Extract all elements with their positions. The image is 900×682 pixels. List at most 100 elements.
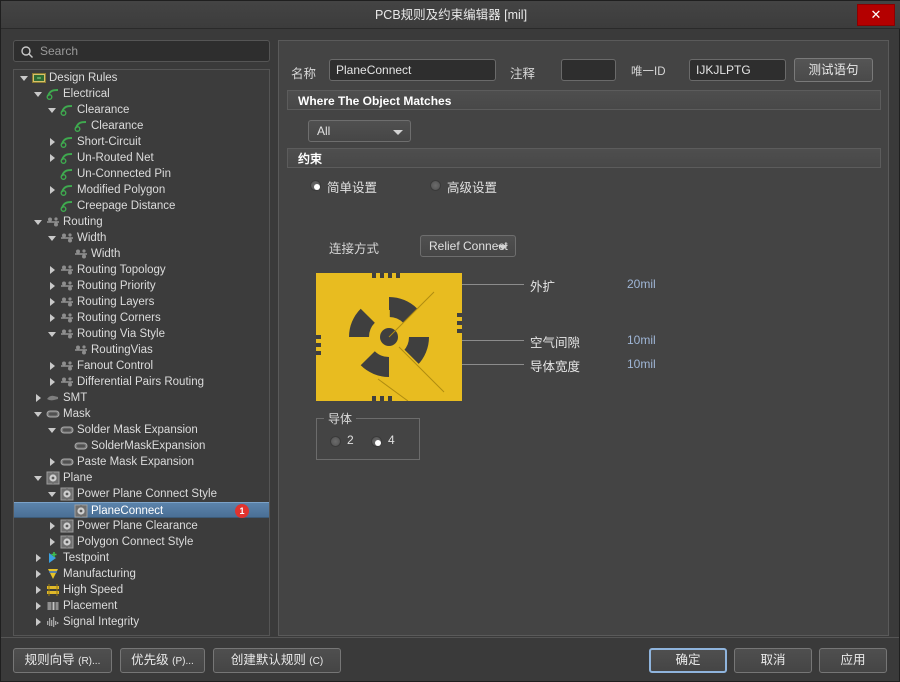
tree-item-clearance[interactable]: Clearance — [14, 118, 269, 134]
tree-item-power-plane-clearance[interactable]: Power Plane Clearance — [14, 518, 269, 534]
tree-item-routing-corners[interactable]: Routing Corners — [14, 310, 269, 326]
tree-item-plane[interactable]: Plane — [14, 470, 269, 486]
tree-item-width[interactable]: Width — [14, 246, 269, 262]
electrical-icon — [60, 103, 74, 117]
close-icon[interactable]: ✕ — [857, 4, 895, 26]
search-icon — [20, 45, 34, 59]
scope-select[interactable]: All — [308, 120, 411, 142]
tree-item-smt[interactable]: SMT — [14, 390, 269, 406]
tree-item-label: Testpoint — [63, 552, 110, 564]
tree-item-label: Fanout Control — [77, 360, 154, 372]
tree-item-label: Routing Topology — [77, 264, 166, 276]
tree-item-routing-topology[interactable]: Routing Topology — [14, 262, 269, 278]
tree-item-differential-pairs-routing[interactable]: Differential Pairs Routing — [14, 374, 269, 390]
chevron-down-icon[interactable] — [48, 102, 57, 118]
tree-item-mask[interactable]: Mask — [14, 406, 269, 422]
routing-icon — [60, 359, 74, 373]
tree-item-high-speed[interactable]: High Speed — [14, 582, 269, 598]
chevron-down-icon[interactable] — [34, 406, 43, 422]
tree-item-electrical[interactable]: Electrical — [14, 86, 269, 102]
tree-item-creepage-distance[interactable]: Creepage Distance — [14, 198, 269, 214]
chevron-down-icon[interactable] — [48, 230, 57, 246]
tree-item-label: Clearance — [77, 104, 130, 116]
tree-item-design-rules[interactable]: = Design Rules — [14, 70, 269, 86]
electrical-icon — [60, 151, 74, 165]
tree-item-soldermaskexpansion[interactable]: SolderMaskExpansion — [14, 438, 269, 454]
tree-item-routing-priority[interactable]: Routing Priority — [14, 278, 269, 294]
tree-item-modified-polygon[interactable]: Modified Polygon — [14, 182, 269, 198]
chevron-right-icon[interactable] — [48, 278, 57, 294]
scope-select-value: All — [317, 124, 331, 138]
tree-item-routing[interactable]: Routing — [14, 214, 269, 230]
search-box[interactable] — [13, 40, 270, 62]
where-object-matches-header: Where The Object Matches — [287, 90, 881, 110]
rule-wizard-button[interactable]: 规则向导 (R)... — [13, 648, 112, 673]
tree-item-placement[interactable]: Placement — [14, 598, 269, 614]
chevron-right-icon[interactable] — [48, 454, 57, 470]
chevron-right-icon[interactable] — [48, 182, 57, 198]
tree-item-paste-mask-expansion[interactable]: Paste Mask Expansion — [14, 454, 269, 470]
cancel-button[interactable]: 取消 — [734, 648, 812, 673]
chevron-down-icon[interactable] — [48, 326, 57, 342]
tree-item-solder-mask-expansion[interactable]: Solder Mask Expansion — [14, 422, 269, 438]
chevron-right-icon[interactable] — [34, 598, 43, 614]
tree-item-short-circuit[interactable]: Short-Circuit — [14, 134, 269, 150]
advanced-setting-radio[interactable] — [430, 180, 441, 191]
chevron-right-icon[interactable] — [34, 390, 43, 406]
design-rules-tree[interactable]: = Design Rules Electrical Clearance Clearanc… — [13, 69, 270, 636]
chevron-down-icon[interactable] — [48, 486, 57, 502]
expansion-value: 20mil — [627, 277, 656, 291]
tree-item-signal-integrity[interactable]: Signal Integrity — [14, 614, 269, 630]
tree-item-un-routed-net[interactable]: Un-Routed Net — [14, 150, 269, 166]
tree-item-manufacturing[interactable]: Manufacturing — [14, 566, 269, 582]
chevron-down-icon[interactable] — [20, 70, 29, 86]
tree-item-routing-via-style[interactable]: Routing Via Style — [14, 326, 269, 342]
chevron-right-icon[interactable] — [34, 582, 43, 598]
chevron-down-icon[interactable] — [48, 422, 57, 438]
chevron-right-icon[interactable] — [48, 518, 57, 534]
simple-setting-radio[interactable] — [310, 180, 321, 191]
chevron-right-icon[interactable] — [34, 566, 43, 582]
tree-item-routingvias[interactable]: RoutingVias — [14, 342, 269, 358]
chevron-right-icon[interactable] — [48, 134, 57, 150]
chevron-right-icon[interactable] — [34, 614, 43, 630]
comment-input[interactable] — [561, 59, 616, 81]
tree-item-testpoint[interactable]: Testpoint — [14, 550, 269, 566]
tree-item-power-plane-connect-style[interactable]: Power Plane Connect Style — [14, 486, 269, 502]
create-default-rules-button[interactable]: 创建默认规则 (C) — [213, 648, 341, 673]
chevron-right-icon[interactable] — [34, 550, 43, 566]
chevron-right-icon[interactable] — [48, 294, 57, 310]
ok-button[interactable]: 确定 — [649, 648, 727, 673]
title-bar: PCB规则及约束编辑器 [mil] ✕ — [1, 1, 900, 29]
thermal-relief-preview — [316, 273, 462, 402]
chevron-right-icon[interactable] — [48, 262, 57, 278]
mask-icon — [60, 423, 74, 437]
tree-item-planeconnect[interactable]: PlaneConnect 1 — [14, 502, 269, 518]
chevron-right-icon[interactable] — [48, 374, 57, 390]
tree-item-width[interactable]: Width — [14, 230, 269, 246]
conductors-2-radio[interactable] — [330, 436, 341, 447]
name-label: 名称 — [291, 67, 317, 81]
tree-item-polygon-connect-style[interactable]: Polygon Connect Style — [14, 534, 269, 550]
chevron-down-icon[interactable] — [34, 470, 43, 486]
tree-item-routing-layers[interactable]: Routing Layers — [14, 294, 269, 310]
plane-icon — [60, 535, 74, 549]
chevron-right-icon[interactable] — [48, 358, 57, 374]
tree-item-clearance[interactable]: Clearance — [14, 102, 269, 118]
tree-item-fanout-control[interactable]: Fanout Control — [14, 358, 269, 374]
test-statement-button[interactable]: 测试语句 — [794, 58, 873, 82]
unique-id-input[interactable] — [689, 59, 786, 81]
name-input[interactable] — [329, 59, 496, 81]
priority-button[interactable]: 优先级 (P)... — [120, 648, 205, 673]
chevron-right-icon[interactable] — [48, 310, 57, 326]
tree-item-label: Power Plane Clearance — [77, 520, 198, 532]
chevron-down-icon[interactable] — [34, 86, 43, 102]
chevron-right-icon[interactable] — [48, 150, 57, 166]
apply-button[interactable]: 应用 — [819, 648, 887, 673]
chevron-down-icon[interactable] — [34, 214, 43, 230]
tree-item-un-connected-pin[interactable]: Un-Connected Pin — [14, 166, 269, 182]
connect-style-select[interactable]: Relief Connect — [420, 235, 516, 257]
search-input[interactable] — [38, 41, 266, 61]
chevron-right-icon[interactable] — [48, 534, 57, 550]
conductors-4-radio[interactable] — [371, 436, 382, 447]
